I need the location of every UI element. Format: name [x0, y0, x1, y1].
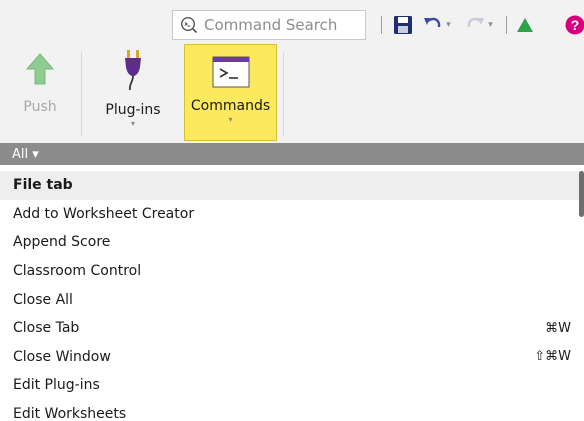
terminal-icon [212, 56, 249, 88]
command-label: Edit Worksheets [13, 406, 127, 421]
list-section-header: File tab [0, 171, 584, 200]
save-button[interactable] [392, 14, 414, 36]
push-button[interactable]: Push [14, 44, 66, 141]
save-icon [394, 16, 412, 34]
quick-access-toolbar: Command Search ▾ ▾ ? [0, 0, 584, 44]
redo-icon [468, 17, 485, 28]
filter-label[interactable]: All ▾ [12, 147, 39, 162]
list-item[interactable]: Close All [0, 285, 584, 314]
chevron-down-icon[interactable]: ▾ [131, 119, 135, 128]
command-label: Close All [13, 291, 73, 308]
commands-button[interactable]: Commands ▾ [184, 44, 277, 141]
alert-button[interactable] [514, 14, 536, 36]
toolbar-separator [381, 16, 382, 34]
plugins-label: Plug-ins [105, 102, 161, 118]
toolbar-separator [506, 16, 507, 34]
command-label: Edit Plug-ins [13, 377, 100, 394]
list-item[interactable]: Edit Plug-ins [0, 371, 584, 400]
ribbon-divider [81, 52, 82, 136]
command-label: Add to Worksheet Creator [13, 205, 195, 222]
chevron-down-icon[interactable]: ▾ [488, 20, 493, 30]
section-title: File tab [13, 177, 73, 194]
chevron-down-icon[interactable]: ▾ [228, 115, 232, 124]
push-up-arrow-icon [25, 53, 55, 85]
help-icon: ? [565, 15, 584, 35]
plug-icon [125, 50, 141, 91]
scrollbar-thumb[interactable] [579, 171, 584, 217]
list-item[interactable]: Add to Worksheet Creator [0, 200, 584, 229]
svg-text:?: ? [571, 17, 580, 33]
search-input[interactable]: Command Search [204, 16, 337, 34]
command-search-icon [180, 16, 198, 34]
shortcut-label: ⌘W [545, 320, 571, 336]
command-list: File tab Add to Worksheet Creator Append… [0, 171, 584, 421]
chevron-down-icon[interactable]: ▾ [446, 20, 451, 30]
list-item[interactable]: Classroom Control [0, 257, 584, 286]
command-search-field[interactable]: Command Search [172, 10, 366, 40]
list-item[interactable]: Append Score [0, 228, 584, 257]
command-label: Classroom Control [13, 263, 142, 280]
list-item[interactable]: Edit Worksheets [0, 400, 584, 421]
warning-icon [517, 18, 533, 32]
redo-button[interactable]: ▾ [462, 14, 496, 36]
list-item[interactable]: Close Window ⇧⌘W [0, 343, 584, 372]
help-button[interactable]: ? [564, 14, 584, 36]
list-item[interactable]: Close Tab ⌘W [0, 314, 584, 343]
push-label: Push [23, 99, 57, 115]
command-label: Append Score [13, 234, 111, 251]
ribbon-divider [283, 52, 284, 136]
plugins-button[interactable]: Plug-ins ▾ [89, 44, 177, 141]
undo-icon [424, 17, 441, 28]
command-label: Close Window [13, 348, 111, 365]
filter-dropdown[interactable]: All ▾ [0, 143, 584, 165]
shortcut-label: ⇧⌘W [534, 349, 571, 365]
undo-button[interactable]: ▾ [419, 14, 455, 36]
commands-label: Commands [190, 98, 271, 114]
command-label: Close Tab [13, 320, 80, 337]
ribbon: Push Plug-ins ▾ Commands ▾ [0, 44, 584, 143]
